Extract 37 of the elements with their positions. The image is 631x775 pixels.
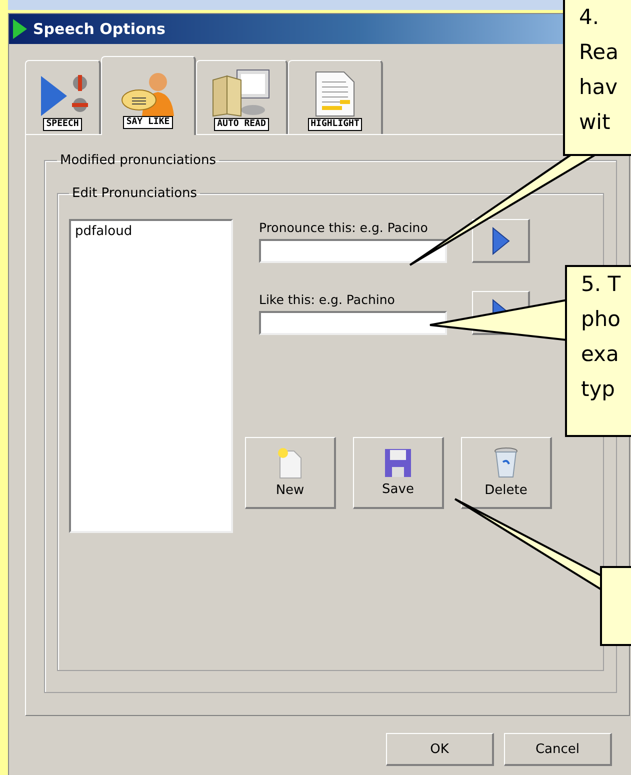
cancel-button[interactable]: Cancel <box>504 733 612 766</box>
callout-text: 4. <box>579 4 600 31</box>
play-icon <box>13 19 27 39</box>
tab[interactable]: SPEECH <box>25 60 101 134</box>
field-label: Pronounce this: e.g. Pacino <box>259 220 429 235</box>
callout-text: Rea <box>579 39 620 66</box>
tab[interactable]: AUTO READ <box>196 60 288 134</box>
tab-label: HIGHLIGHT <box>308 118 362 131</box>
callout-text: 5. T <box>581 271 622 298</box>
callout-text: wit <box>579 109 612 136</box>
window-title: Speech Options <box>33 20 166 38</box>
callout-text: exa <box>581 341 620 368</box>
pronunciation-list[interactable]: pdfaloud <box>69 219 233 533</box>
save-button[interactable]: Save <box>353 437 444 509</box>
recycle-bin-icon <box>493 447 519 479</box>
group-title: Edit Pronunciations <box>71 186 198 201</box>
person-speech-bubble-icon <box>120 70 176 116</box>
input-field[interactable] <box>259 239 447 263</box>
delete-button[interactable]: Delete <box>461 437 552 509</box>
tab[interactable]: HIGHLIGHT <box>288 60 383 134</box>
tab-label: SPEECH <box>43 118 82 131</box>
play-icon <box>492 226 510 254</box>
ok-button[interactable]: OK <box>386 733 494 766</box>
book-and-monitor-icon <box>210 68 272 118</box>
field-label: Like this: e.g. Pachino <box>259 292 396 307</box>
list-item[interactable]: pdfaloud <box>75 224 227 239</box>
new-page-icon <box>277 447 303 479</box>
input-field[interactable] <box>259 311 447 335</box>
tab-label: SAY LIKE <box>123 116 173 129</box>
callout-text: hav <box>579 74 619 101</box>
group-title: Modified pronunciations <box>59 153 217 168</box>
new-button[interactable]: New <box>245 437 336 509</box>
callout-text: pho <box>581 306 622 333</box>
play-button[interactable] <box>472 219 530 263</box>
tab[interactable]: SAY LIKE <box>101 56 196 135</box>
callout-text: typ <box>581 376 616 403</box>
tab-label: AUTO READ <box>214 118 269 131</box>
